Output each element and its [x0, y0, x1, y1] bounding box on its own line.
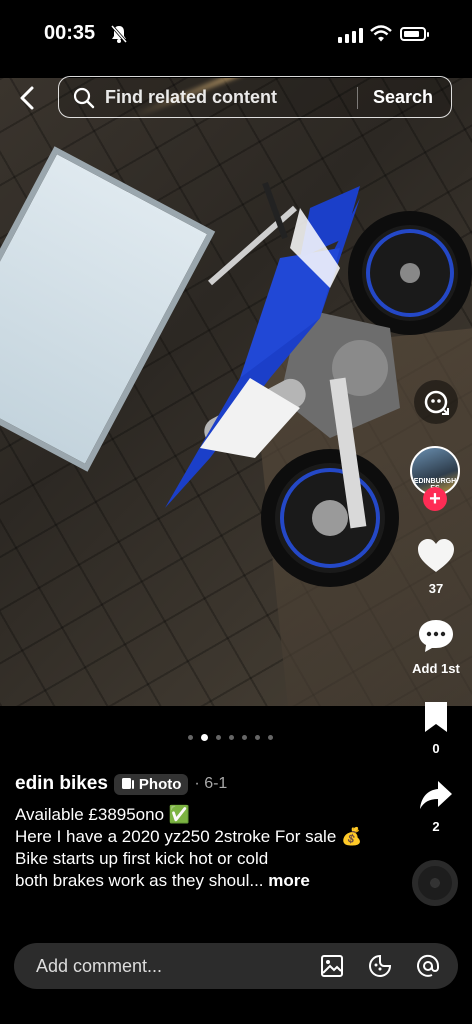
description-line: Here I have a 2020 yz250 2stroke For sal…	[15, 827, 363, 846]
search-button[interactable]: Search	[373, 87, 433, 108]
lens-icon	[424, 390, 449, 415]
photo-badge-label: Photo	[138, 775, 182, 793]
carousel-dot-active	[201, 734, 208, 741]
description-line: Bike starts up first kick hot or cold	[15, 849, 269, 868]
carousel-dot	[268, 735, 273, 740]
carousel-dot	[188, 735, 193, 740]
search-divider	[357, 87, 358, 109]
post-date: · 6-1	[194, 775, 228, 792]
follow-plus-button[interactable]: +	[423, 487, 447, 511]
silent-bell-icon	[110, 25, 128, 43]
music-disc-icon[interactable]	[412, 860, 458, 906]
carousel-dot	[229, 735, 234, 740]
photo-badge: Photo	[113, 773, 189, 795]
wifi-icon	[370, 25, 392, 42]
description-line: Available £3895ono ✅	[15, 805, 190, 824]
carousel-dot	[242, 735, 247, 740]
like-button[interactable]: 37	[408, 538, 464, 596]
like-count: 37	[428, 581, 444, 596]
carousel-dot	[216, 735, 221, 740]
signal-icon	[338, 28, 363, 43]
save-button[interactable]: 0	[408, 700, 464, 756]
share-button[interactable]: 2	[408, 778, 464, 834]
post-description[interactable]: Available £3895ono ✅ Here I have a 2020 …	[15, 804, 405, 892]
carousel-dot	[255, 735, 260, 740]
back-arrow-icon[interactable]	[12, 82, 44, 114]
post-caption: edin bikes Photo · 6-1 Available £3895on…	[15, 770, 405, 892]
search-placeholder: Find related content	[105, 87, 278, 107]
comment-bar[interactable]: Add comment...	[14, 943, 458, 989]
status-bar: 00:35	[0, 0, 472, 70]
description-line: both brakes work as they shoul...	[15, 871, 264, 890]
search-icon	[73, 87, 95, 109]
search-input[interactable]: Find related content Search	[58, 76, 452, 118]
emoji-icon[interactable]	[368, 954, 392, 978]
scan-lens-button[interactable]	[414, 380, 458, 424]
battery-icon	[400, 27, 429, 41]
image-icon[interactable]	[320, 954, 344, 978]
author-name[interactable]: edin bikes	[15, 773, 108, 795]
comment-input[interactable]: Add comment...	[36, 956, 162, 977]
post-photo[interactable]	[0, 78, 472, 706]
dirt-bike-image	[165, 181, 472, 587]
carousel-indicator	[188, 734, 273, 741]
mention-icon[interactable]	[416, 954, 440, 978]
more-link[interactable]: more	[268, 871, 310, 890]
photo-stack-icon	[121, 778, 134, 789]
top-bar: Find related content Search	[0, 76, 472, 120]
comment-bubble-icon	[419, 620, 453, 652]
share-count: 2	[432, 819, 440, 834]
comment-button[interactable]: Add 1st	[408, 618, 464, 676]
save-count: 0	[432, 741, 440, 756]
share-arrow-icon	[420, 781, 452, 809]
bookmark-icon	[425, 702, 447, 732]
status-time: 00:35	[44, 22, 96, 44]
comment-count: Add 1st	[412, 661, 460, 676]
heart-icon	[418, 539, 454, 572]
